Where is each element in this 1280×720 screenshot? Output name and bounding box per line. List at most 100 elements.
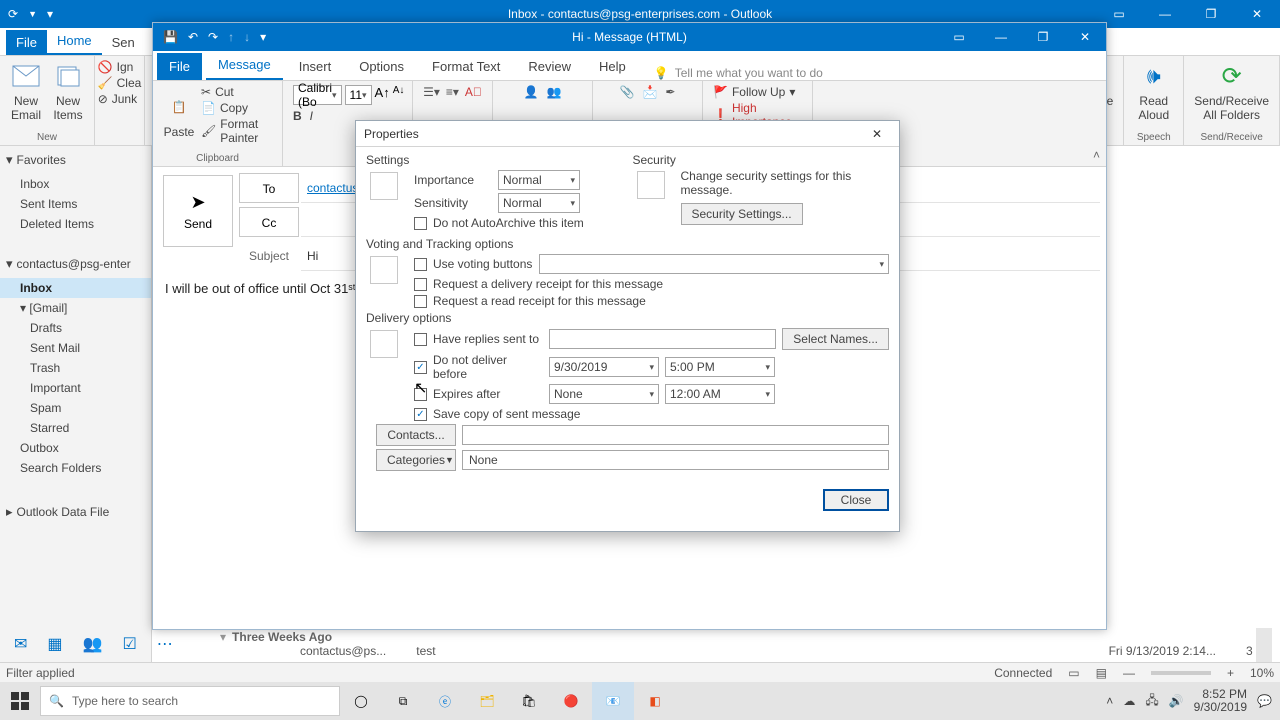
store-icon[interactable]: 🛍 [508, 682, 550, 720]
nav-outbox[interactable]: Outbox [0, 438, 151, 458]
follow-up-button[interactable]: 🚩 Follow Up ▾ [713, 85, 802, 99]
signature-icon[interactable]: ✒ [665, 85, 675, 99]
tray-network-icon[interactable]: 🖧 [1145, 691, 1158, 712]
security-settings-button[interactable]: Security Settings... [681, 203, 803, 225]
qat-down-icon[interactable]: ↓ [244, 30, 250, 44]
list-item[interactable]: contactus@ps... test Fri 9/13/2019 2:14.… [220, 644, 1272, 658]
taskbar-search[interactable]: 🔍Type here to search [40, 686, 340, 716]
dialog-close-icon[interactable]: ✕ [863, 127, 891, 141]
msg-tab-review[interactable]: Review [516, 53, 583, 80]
autoarchive-checkbox[interactable] [414, 217, 427, 230]
reload-icon[interactable]: ⟳ [8, 7, 18, 21]
voting-checkbox[interactable] [414, 258, 427, 271]
shrink-font-icon[interactable]: A↓ [393, 85, 405, 105]
categories-field[interactable]: None [462, 450, 889, 470]
start-button[interactable] [0, 682, 40, 720]
nav-sent-mail[interactable]: Sent Mail [0, 338, 151, 358]
tab-file[interactable]: File [6, 30, 47, 55]
tab-send-receive[interactable]: Sen [102, 30, 145, 55]
msg-minimize[interactable]: ― [980, 23, 1022, 51]
nav-spam[interactable]: Spam [0, 398, 151, 418]
view-normal-icon[interactable]: ▭ [1068, 666, 1079, 680]
grow-font-icon[interactable]: A↑ [375, 85, 390, 105]
msg-maximize[interactable]: ❐ [1022, 23, 1064, 51]
address-book-icon[interactable]: 👤 [524, 85, 539, 99]
chrome-icon[interactable]: 🔴 [550, 682, 592, 720]
replies-textbox[interactable] [549, 329, 776, 349]
nav-inbox[interactable]: Inbox [0, 278, 151, 298]
tray-clock[interactable]: 8:52 PM9/30/2019 [1194, 688, 1247, 714]
bold-button[interactable]: B [293, 109, 302, 123]
mail-icon[interactable]: ✉ [14, 634, 27, 654]
voting-dropdown[interactable]: ▾ [539, 254, 889, 274]
tasks-icon[interactable]: ☑ [122, 634, 136, 654]
zoom-in-icon[interactable]: + [1227, 666, 1234, 680]
account-header[interactable]: ▾ contactus@psg-enter [0, 250, 151, 278]
nav-favorites-deleted[interactable]: Deleted Items [0, 214, 151, 234]
redo-icon[interactable]: ↷ [208, 30, 218, 44]
data-file-header[interactable]: ▸ Outlook Data File [0, 498, 151, 526]
save-icon[interactable]: 💾 [163, 30, 178, 44]
tray-onedrive-icon[interactable]: ☁ [1123, 694, 1135, 708]
msg-collapse-ribbon-icon[interactable]: ˄ [1093, 148, 1100, 162]
font-size-dropdown[interactable]: 11▾ [345, 85, 372, 105]
zoom-out-icon[interactable]: ― [1123, 666, 1135, 680]
maximize-button[interactable]: ❐ [1188, 0, 1234, 28]
read-aloud-button[interactable]: 🕪Read Aloud [1138, 60, 1170, 122]
outlook-taskbar-icon[interactable]: 📧 [592, 682, 634, 720]
paste-button[interactable]: 📋Paste [163, 91, 195, 139]
close-button-dialog[interactable]: Close [823, 489, 889, 511]
undo-icon[interactable]: ↶ [188, 30, 198, 44]
delivery-receipt-checkbox[interactable] [414, 278, 427, 291]
check-names-icon[interactable]: 👥 [547, 85, 562, 99]
zoom-slider[interactable] [1151, 671, 1211, 675]
attach-file-icon[interactable]: 📎 [620, 85, 635, 99]
bullets-icon[interactable]: ☰▾ [423, 85, 440, 99]
attach-item-icon[interactable]: 📩 [642, 85, 657, 99]
deliver-date-dropdown[interactable]: 9/30/2019▾ [549, 357, 659, 377]
favorites-header[interactable]: ▾ Favorites [0, 146, 151, 174]
tray-volume-icon[interactable]: 🔊 [1169, 694, 1184, 708]
new-items-button[interactable]: New Items [52, 60, 84, 122]
expires-date-dropdown[interactable]: None▾ [549, 384, 659, 404]
nav-favorites-inbox[interactable]: Inbox [0, 174, 151, 194]
copy-button[interactable]: 📄 Copy [201, 101, 272, 115]
msg-close[interactable]: ✕ [1064, 23, 1106, 51]
expires-time-dropdown[interactable]: 12:00 AM▾ [665, 384, 775, 404]
qat-customize-icon[interactable]: ▾ [260, 30, 266, 44]
msg-tab-options[interactable]: Options [347, 53, 416, 80]
tell-me-box[interactable]: 💡 Tell me what you want to do [642, 66, 823, 80]
contacts-button[interactable]: Contacts... [376, 424, 456, 446]
nav-starred[interactable]: Starred [0, 418, 151, 438]
explorer-icon[interactable]: 🗂 [466, 682, 508, 720]
nav-drafts[interactable]: Drafts [0, 318, 151, 338]
more-icon[interactable]: ⋯ [157, 634, 173, 654]
numbering-icon[interactable]: ≡▾ [446, 85, 459, 99]
nav-gmail[interactable]: ▾ [Gmail] [0, 298, 151, 318]
italic-button[interactable]: I [310, 109, 313, 123]
deliver-before-checkbox[interactable]: ✓ [414, 361, 427, 374]
format-painter-button[interactable]: 🖌 Format Painter [201, 117, 272, 145]
tray-chevron-icon[interactable]: ˄ [1106, 694, 1113, 708]
sensitivity-dropdown[interactable]: Normal▾ [498, 193, 580, 213]
ignore-button[interactable]: 🚫 Ign [98, 60, 142, 74]
tray-notifications-icon[interactable]: 💬 [1257, 694, 1272, 708]
msg-tab-file[interactable]: File [157, 53, 202, 80]
qat-up-icon[interactable]: ↑ [228, 30, 234, 44]
expires-checkbox[interactable] [414, 388, 427, 401]
edge-icon[interactable]: ⓔ [424, 682, 466, 720]
contacts-textbox[interactable] [462, 425, 889, 445]
new-email-button[interactable]: New Email [10, 60, 42, 122]
list-group-header[interactable]: Three Weeks Ago [232, 630, 332, 644]
minimize-button[interactable]: ― [1142, 0, 1188, 28]
calendar-icon[interactable]: ▦ [47, 634, 62, 654]
msg-ribbon-options[interactable]: ▭ [938, 23, 980, 51]
nav-important[interactable]: Important [0, 378, 151, 398]
deliver-time-dropdown[interactable]: 5:00 PM▾ [665, 357, 775, 377]
qat-customize[interactable]: ▾ [47, 7, 53, 21]
nav-trash[interactable]: Trash [0, 358, 151, 378]
msg-tab-insert[interactable]: Insert [287, 53, 344, 80]
save-copy-checkbox[interactable]: ✓ [414, 408, 427, 421]
font-family-dropdown[interactable]: Calibri (Bo▾ [293, 85, 342, 105]
msg-tab-help[interactable]: Help [587, 53, 638, 80]
